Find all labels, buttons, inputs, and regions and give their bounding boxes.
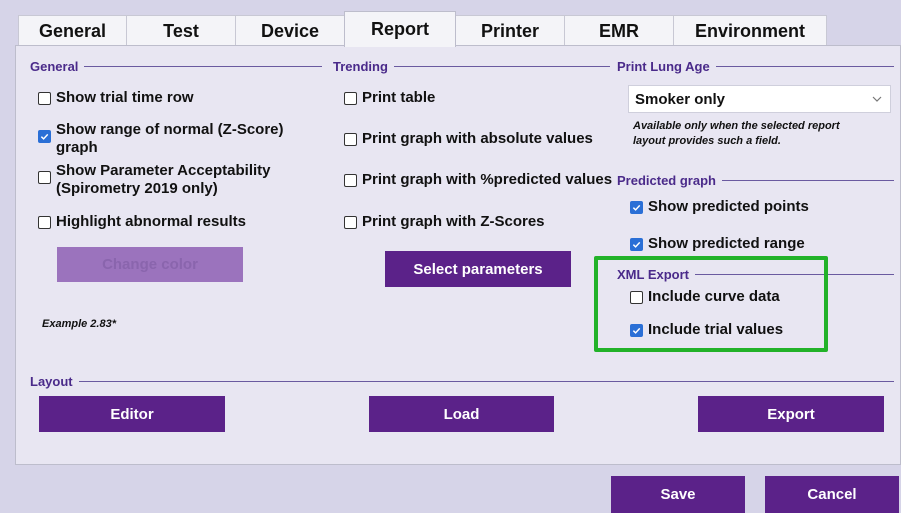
section-print-lung-age-label: Print Lung Age (617, 59, 710, 74)
checkbox-box (630, 238, 643, 251)
print-table-checkbox[interactable]: Print table (344, 89, 604, 107)
checkbox-box (38, 130, 51, 143)
print-graph-absolute-label: Print graph with absolute values (362, 130, 593, 147)
checkbox-box (38, 92, 51, 105)
divider (715, 66, 894, 67)
show-trial-time-row-checkbox[interactable]: Show trial time row (38, 89, 318, 107)
show-trial-time-row-label: Show trial time row (56, 89, 194, 106)
section-trending-header: Trending (333, 59, 610, 74)
checkbox-box (344, 174, 357, 187)
chevron-down-icon (872, 92, 882, 110)
load-button[interactable]: Load (369, 396, 554, 432)
section-predicted-graph-label: Predicted graph (617, 173, 716, 188)
select-parameters-button[interactable]: Select parameters (385, 251, 571, 287)
include-trial-values-checkbox[interactable]: Include trial values (630, 321, 820, 339)
divider (695, 274, 894, 275)
highlight-abnormal-results-label: Highlight abnormal results (56, 213, 247, 230)
tab-environment[interactable]: Environment (673, 15, 827, 45)
checkbox-box (630, 324, 643, 337)
show-parameter-acceptability-label: Show Parameter Acceptability (Spirometry… (56, 162, 271, 197)
print-graph-predicted-checkbox[interactable]: Print graph with %predicted values (344, 171, 619, 189)
show-range-of-normal-label: Show range of normal (Z-Score) graph (56, 121, 284, 156)
lung-age-note: Available only when the selected report … (633, 120, 840, 147)
checkbox-box (344, 216, 357, 229)
show-predicted-points-label: Show predicted points (648, 198, 809, 215)
editor-button[interactable]: Editor (39, 396, 225, 432)
section-print-lung-age-header: Print Lung Age (617, 59, 894, 74)
checkbox-box (344, 92, 357, 105)
tab-report[interactable]: Report (344, 11, 456, 47)
checkbox-box (630, 291, 643, 304)
save-button[interactable]: Save (611, 476, 745, 513)
section-layout-header: Layout (30, 374, 894, 389)
include-trial-values-label: Include trial values (648, 321, 784, 338)
divider (393, 66, 610, 67)
print-graph-zscores-label: Print graph with Z-Scores (362, 213, 545, 230)
lung-age-select[interactable]: Smoker only (628, 85, 891, 113)
section-general-header: General (30, 59, 322, 74)
show-predicted-range-label: Show predicted range (648, 235, 805, 252)
tab-test[interactable]: Test (126, 15, 236, 45)
divider (84, 66, 322, 67)
print-graph-predicted-label: Print graph with %predicted values (362, 171, 613, 188)
print-table-label: Print table (362, 89, 436, 106)
include-curve-data-label: Include curve data (648, 288, 780, 305)
section-xml-export-label: XML Export (617, 267, 689, 282)
export-button[interactable]: Export (698, 396, 884, 432)
section-predicted-graph-header: Predicted graph (617, 173, 894, 188)
checkbox-box (38, 171, 51, 184)
cancel-button[interactable]: Cancel (765, 476, 899, 513)
show-range-of-normal-checkbox[interactable]: Show range of normal (Z-Score) graph (38, 121, 308, 157)
show-parameter-acceptability-checkbox[interactable]: Show Parameter Acceptability (Spirometry… (38, 162, 308, 198)
print-graph-absolute-checkbox[interactable]: Print graph with absolute values (344, 130, 614, 148)
divider (721, 180, 894, 181)
section-general-label: General (30, 59, 79, 74)
checkbox-box (38, 216, 51, 229)
example-text: Example 2.83* (42, 318, 116, 330)
highlight-abnormal-results-checkbox[interactable]: Highlight abnormal results (38, 213, 318, 231)
show-predicted-range-checkbox[interactable]: Show predicted range (630, 235, 890, 253)
tab-device[interactable]: Device (235, 15, 345, 45)
section-layout-label: Layout (30, 374, 73, 389)
tab-printer[interactable]: Printer (455, 15, 565, 45)
section-trending-label: Trending (333, 59, 388, 74)
show-predicted-points-checkbox[interactable]: Show predicted points (630, 198, 890, 216)
checkbox-box (630, 201, 643, 214)
tab-emr[interactable]: EMR (564, 15, 674, 45)
tab-bar: General Test Device Report Printer EMR E… (0, 0, 901, 47)
include-curve-data-checkbox[interactable]: Include curve data (630, 288, 820, 306)
lung-age-selected-value: Smoker only (635, 90, 726, 108)
checkbox-box (344, 133, 357, 146)
print-graph-zscores-checkbox[interactable]: Print graph with Z-Scores (344, 213, 604, 231)
change-color-button[interactable]: Change color (57, 247, 243, 282)
tab-general[interactable]: General (18, 15, 127, 45)
divider (78, 381, 894, 382)
section-xml-export-header: XML Export (617, 267, 894, 282)
